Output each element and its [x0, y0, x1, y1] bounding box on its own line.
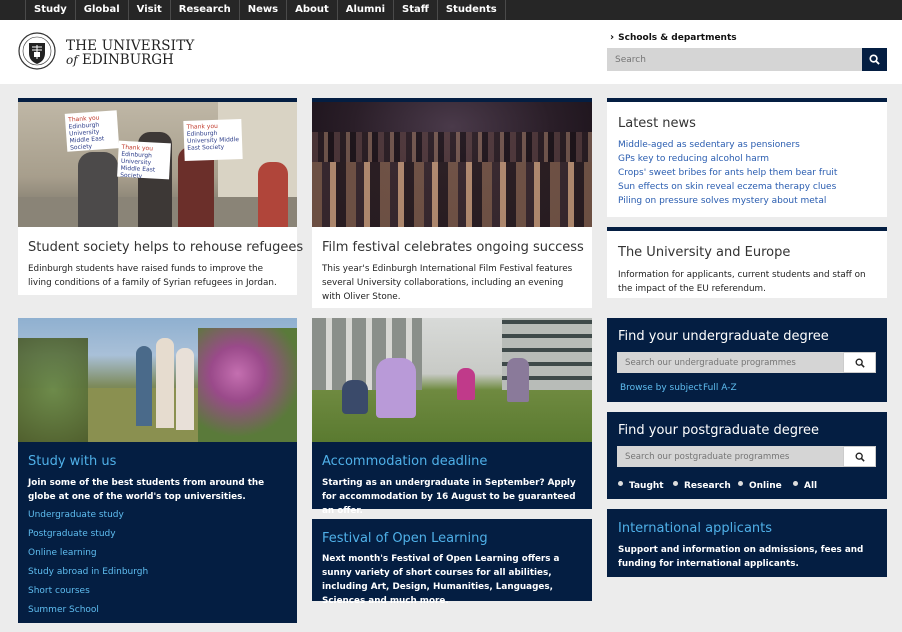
radio-research[interactable]: Research — [673, 481, 731, 491]
news-item-link[interactable]: GPs key to reducing alcohol harm — [618, 154, 769, 164]
university-europe-card[interactable]: The University and Europe Information fo… — [607, 227, 887, 298]
postgraduate-degree-title: Find your postgraduate degree — [618, 423, 820, 438]
chevron-right-icon: › — [610, 32, 615, 43]
radio-dot-icon — [738, 481, 743, 486]
thank-you-sign: Thank you Edinburgh University Middle Eas… — [117, 140, 171, 180]
undergraduate-study-link[interactable]: Undergraduate study — [28, 510, 124, 520]
latest-news-title: Latest news — [618, 116, 696, 131]
short-courses-link[interactable]: Short courses — [28, 586, 90, 596]
logo-text-edinburgh-word: EDINBURGH — [81, 52, 174, 68]
radio-taught[interactable]: Taught — [618, 481, 664, 491]
students-on-grass-photo — [312, 318, 592, 442]
refugees-card-title[interactable]: Student society helps to rehouse refugee… — [28, 240, 303, 255]
logo-text-of: of — [66, 53, 78, 67]
accommodation-title[interactable]: Accommodation deadline — [322, 454, 487, 469]
thank-you-sign-subtext: Edinburgh University Middle East Society — [119, 150, 156, 180]
open-learning-text: Next month's Festival of Open Learning o… — [322, 554, 560, 606]
news-item-link[interactable]: Sun effects on skin reveal eczema therap… — [618, 182, 836, 192]
radio-dot-icon — [618, 481, 623, 486]
study-with-us-title[interactable]: Study with us — [28, 454, 116, 469]
radio-taught-label: Taught — [629, 481, 664, 491]
top-nav-visit[interactable]: Visit — [127, 0, 170, 20]
browse-by-subject-link[interactable]: Browse by subject — [620, 383, 702, 393]
film-festival-news-card[interactable]: Film festival celebrates ongoing success… — [312, 98, 592, 308]
full-a-z-link[interactable]: Full A-Z — [703, 383, 737, 393]
postgraduate-degree-panel: Find your postgraduate degree Taught Res… — [607, 412, 887, 499]
postgraduate-search-input[interactable] — [617, 446, 843, 467]
search-icon — [855, 452, 865, 462]
thank-you-sign: Thank you Edinburgh University Middle Eas… — [64, 110, 120, 152]
search-icon — [869, 54, 880, 65]
radio-dot-icon — [673, 481, 678, 486]
film-card-text: This year's Edinburgh International Film… — [322, 264, 573, 302]
top-nav-news[interactable]: News — [238, 0, 286, 20]
undergraduate-search-input[interactable] — [617, 352, 843, 373]
logo-text-edinburgh: of EDINBURGH — [66, 52, 174, 68]
international-applicants-text: Support and information on admissions, f… — [618, 545, 864, 569]
top-nav-students[interactable]: Students — [436, 0, 506, 20]
undergraduate-degree-title: Find your undergraduate degree — [618, 329, 829, 344]
film-card-title[interactable]: Film festival celebrates ongoing success — [322, 240, 584, 255]
radio-dot-icon — [793, 481, 798, 486]
study-with-us-text: Join some of the best students from arou… — [28, 478, 265, 502]
students-walking-photo — [18, 318, 297, 442]
thank-you-sign-subtext: Edinburgh University Middle East Society — [186, 129, 240, 152]
international-applicants-panel[interactable]: International applicants Support and inf… — [607, 509, 887, 577]
study-with-us-panel: Study with us Join some of the best stud… — [18, 318, 297, 623]
open-learning-panel[interactable]: Festival of Open Learning Next month's F… — [312, 519, 592, 606]
open-learning-title[interactable]: Festival of Open Learning — [322, 531, 488, 546]
undergraduate-search-button[interactable] — [843, 352, 876, 373]
online-learning-link[interactable]: Online learning — [28, 548, 97, 558]
refugees-card-text: Edinburgh students have raised funds to … — [28, 264, 277, 288]
refugees-photo: Thank you Edinburgh University Middle Eas… — [18, 102, 297, 227]
international-applicants-title[interactable]: International applicants — [618, 521, 772, 536]
radio-online[interactable]: Online — [738, 481, 782, 491]
europe-card-text: Information for applicants, current stud… — [618, 270, 866, 294]
news-item-link[interactable]: Middle-aged as sedentary as pensioners — [618, 140, 800, 150]
news-item-link[interactable]: Crops' sweet bribes for ants help them b… — [618, 168, 837, 178]
radio-all[interactable]: All — [793, 481, 817, 491]
top-nav-staff[interactable]: Staff — [393, 0, 437, 20]
thank-you-sign: Thank you Edinburgh University Middle Eas… — [183, 119, 243, 161]
search-icon — [855, 358, 865, 368]
radio-research-label: Research — [684, 481, 731, 491]
top-nav-alumni[interactable]: Alumni — [336, 0, 393, 20]
top-nav-global[interactable]: Global — [74, 0, 128, 20]
top-nav-list: Study Global Visit Research News About A… — [25, 0, 506, 20]
accommodation-panel[interactable]: Accommodation deadline Starting as an un… — [312, 318, 592, 516]
summer-school-link[interactable]: Summer School — [28, 605, 99, 615]
film-festival-audience-photo — [312, 102, 592, 227]
radio-online-label: Online — [749, 481, 782, 491]
top-navigation-bar: Study Global Visit Research News About A… — [0, 0, 902, 20]
radio-all-label: All — [804, 481, 818, 491]
undergraduate-degree-panel: Find your undergraduate degree Browse by… — [607, 318, 887, 402]
refugees-news-card[interactable]: Thank you Edinburgh University Middle Eas… — [18, 98, 303, 295]
university-crest-logo[interactable] — [17, 29, 57, 73]
site-header: THE UNIVERSITY of EDINBURGH › Schools & d… — [0, 20, 902, 84]
top-nav-study[interactable]: Study — [25, 0, 75, 20]
site-search-button[interactable] — [862, 48, 887, 71]
top-nav-research[interactable]: Research — [169, 0, 239, 20]
accommodation-text: Starting as an undergraduate in Septembe… — [322, 478, 576, 516]
postgraduate-study-link[interactable]: Postgraduate study — [28, 529, 116, 539]
europe-card-title[interactable]: The University and Europe — [618, 245, 790, 260]
schools-link-label: Schools & departments — [618, 33, 737, 43]
news-item-link[interactable]: Piling on pressure solves mystery about … — [618, 196, 826, 206]
study-abroad-link[interactable]: Study abroad in Edinburgh — [28, 567, 148, 577]
site-search-input[interactable] — [607, 48, 863, 71]
latest-news-panel: Latest news Middle-aged as sedentary as … — [607, 98, 887, 217]
top-nav-about[interactable]: About — [286, 0, 337, 20]
postgraduate-search-button[interactable] — [843, 446, 876, 467]
thank-you-sign-subtext: Edinburgh University Middle East Society — [68, 121, 105, 152]
schools-departments-link[interactable]: › Schools & departments — [610, 32, 737, 43]
